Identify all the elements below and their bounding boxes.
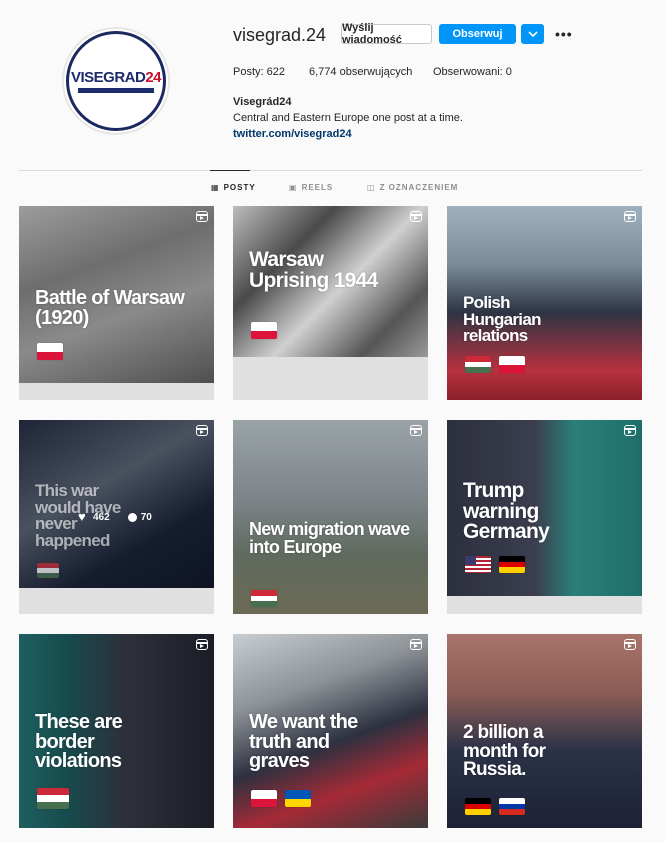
flag-poland-icon (251, 790, 277, 807)
active-tab-indicator (210, 170, 250, 171)
post-caption: Warsaw Uprising 1944 (249, 248, 378, 292)
bio-name: Visegrád24 (233, 96, 292, 108)
more-options-icon[interactable]: ••• (555, 26, 573, 42)
reels-icon: ▣ (289, 183, 298, 192)
follow-button[interactable]: Obserwuj (439, 24, 516, 44)
grid-icon: ▦ (211, 183, 220, 192)
tab-posts[interactable]: ▦ POSTY (211, 183, 256, 192)
reel-icon (410, 639, 422, 650)
tab-reels[interactable]: ▣ REELS (289, 183, 333, 192)
post-caption: Polish Hungarian relations (463, 293, 541, 346)
likes-count: 462 (93, 512, 110, 523)
reel-icon (196, 639, 208, 650)
visegrad24-logo: VISEGRAD24 (66, 31, 166, 131)
post-caption: These are border violations (35, 711, 123, 773)
flag-hungary-icon (251, 590, 277, 607)
following-count[interactable]: Obserwowani: 0 (433, 66, 512, 78)
flag-poland-icon (499, 356, 525, 373)
reel-icon (624, 211, 636, 222)
reel-icon (196, 211, 208, 222)
tagged-icon: ◫ (367, 183, 376, 192)
flag-poland-icon (251, 322, 277, 339)
post-tile[interactable]: Polish Hungarian relations (447, 206, 642, 400)
comment-icon (127, 513, 137, 522)
flag-ukraine-icon (285, 790, 311, 807)
suggestions-dropdown-button[interactable] (521, 24, 544, 44)
profile-username: visegrad.24 (233, 25, 327, 45)
tab-divider (19, 170, 642, 171)
posts-count: Posty: 622 (233, 66, 285, 78)
bio-text: Central and Eastern Europe one post at a… (233, 112, 463, 124)
reel-icon (624, 639, 636, 650)
post-caption: Battle of Warsaw (1920) (35, 287, 185, 329)
post-caption: 2 billion a month for Russia. (463, 722, 546, 781)
flag-russia-icon (499, 798, 525, 815)
flag-germany-icon (465, 798, 491, 815)
reel-icon (410, 211, 422, 222)
flag-hungary-icon (37, 563, 59, 578)
reel-icon (624, 425, 636, 436)
post-tile[interactable]: Battle of Warsaw (1920) (19, 206, 214, 400)
post-tile[interactable]: These are border violations (19, 634, 214, 828)
post-caption: New migration wave into Europe (249, 519, 410, 557)
post-tile[interactable]: 2 billion a month for Russia. (447, 634, 642, 828)
profile-avatar[interactable]: VISEGRAD24 (62, 27, 170, 135)
followers-count[interactable]: 6,774 obserwujących (309, 66, 412, 78)
flag-poland-icon (37, 343, 63, 360)
send-message-button[interactable]: Wyślij wiadomość (341, 22, 432, 46)
post-hover-stats: 462 70 (78, 509, 152, 524)
post-caption: We want the truth and graves (249, 711, 358, 773)
flag-germany-icon (499, 556, 525, 573)
tab-tagged[interactable]: ◫ Z OZNACZENIEM (367, 183, 458, 192)
chevron-down-icon (527, 31, 538, 37)
post-tile[interactable]: Warsaw Uprising 1944 (233, 206, 428, 400)
flag-usa-icon (465, 556, 491, 573)
flag-hungary-icon (37, 788, 69, 809)
post-tile[interactable]: New migration wave into Europe (233, 420, 428, 614)
post-tile[interactable]: We want the truth and graves (233, 634, 428, 828)
reel-icon (196, 425, 208, 436)
comments-count: 70 (140, 512, 152, 523)
reel-icon (410, 425, 422, 436)
post-tile[interactable]: This war would have never happened 462 7… (19, 420, 214, 614)
post-caption: Trump warning Germany (463, 479, 550, 544)
heart-icon (78, 509, 89, 524)
bio-link[interactable]: twitter.com/visegrad24 (233, 128, 352, 140)
post-tile[interactable]: Trump warning Germany (447, 420, 642, 614)
flag-hungary-icon (465, 356, 491, 373)
